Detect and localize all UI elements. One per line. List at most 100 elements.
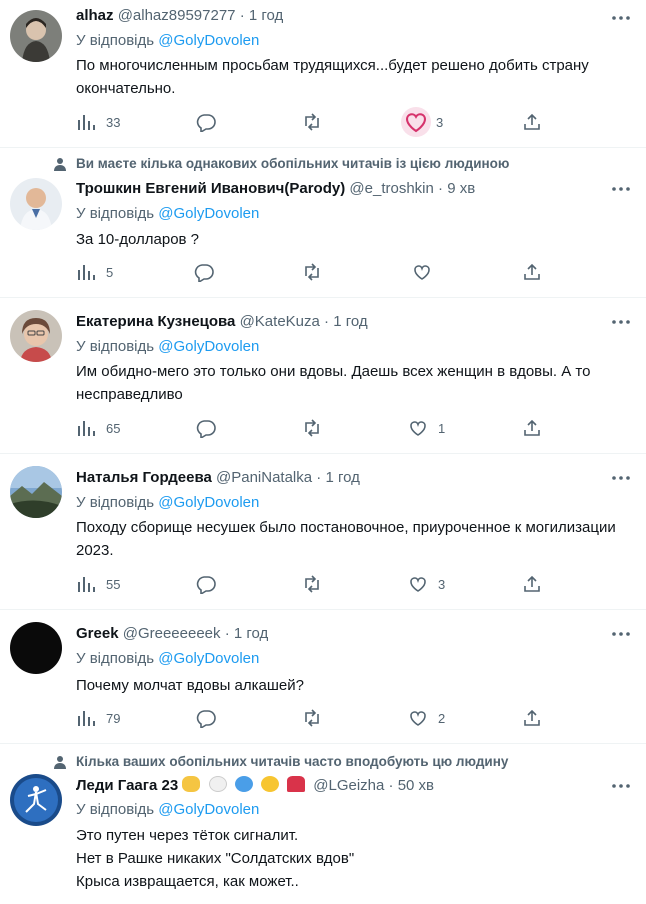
avatar[interactable] xyxy=(10,622,62,674)
heart-icon xyxy=(401,107,431,137)
more-options-button[interactable] xyxy=(610,312,632,332)
three-dots-icon xyxy=(612,476,630,480)
reply-button[interactable] xyxy=(196,418,216,438)
reply-handle-link[interactable]: @GolyDovolen xyxy=(158,801,259,818)
share-button[interactable] xyxy=(522,708,542,728)
retweet-button[interactable] xyxy=(302,574,322,594)
avatar[interactable] xyxy=(10,774,62,826)
user-handle[interactable]: @KateKuza xyxy=(240,313,320,330)
more-options-button[interactable] xyxy=(610,468,632,488)
more-options-button[interactable] xyxy=(610,624,632,644)
avatar[interactable] xyxy=(10,310,62,362)
timestamp[interactable]: 1 год xyxy=(333,313,367,330)
display-name[interactable]: Трошкин Евгений Иванович(Parody) xyxy=(76,180,345,197)
share-upload-icon xyxy=(524,113,540,130)
tweet[interactable]: Екатерина Кузнецова @KateKuza · 1 год У … xyxy=(0,298,646,454)
views-button[interactable]: 65 xyxy=(76,418,120,438)
reply-handle-link[interactable]: @GolyDovolen xyxy=(158,338,259,355)
action-bar: 79 2 xyxy=(76,708,546,728)
reply-button[interactable] xyxy=(194,262,214,282)
bar-chart-icon xyxy=(78,265,95,280)
heart-icon xyxy=(414,265,430,280)
retweet-button[interactable] xyxy=(302,708,322,728)
social-context: Кілька ваших обопільних читачів часто вп… xyxy=(76,754,509,769)
more-options-button[interactable] xyxy=(610,179,632,199)
reply-button[interactable] xyxy=(196,708,216,728)
like-button[interactable]: 3 xyxy=(401,107,444,137)
user-handle[interactable]: @PaniNatalka xyxy=(216,469,312,486)
share-button[interactable] xyxy=(522,574,542,594)
reply-handle-link[interactable]: @GolyDovolen xyxy=(158,205,259,222)
tweet-text: За 10-долларов ? xyxy=(76,231,200,248)
views-button[interactable]: 5 xyxy=(76,262,113,282)
tweet-text: Это путен через тёток сигналит. Нет в Ра… xyxy=(76,827,355,890)
action-bar: 55 3 xyxy=(76,574,546,594)
views-button[interactable]: 55 xyxy=(76,574,120,594)
heart-icon xyxy=(410,421,426,436)
share-button[interactable] xyxy=(522,418,542,438)
timestamp[interactable]: 50 хв xyxy=(398,777,434,794)
tweet[interactable]: Наталья Гордеева @PaniNatalka · 1 год У … xyxy=(0,454,646,610)
share-upload-icon xyxy=(524,263,540,280)
tweet-text: Им обидно-мего это только они вдовы. Дае… xyxy=(76,363,591,403)
display-name[interactable]: alhaz xyxy=(76,7,114,24)
avatar[interactable] xyxy=(10,10,62,62)
views-button[interactable]: 33 xyxy=(76,112,120,132)
share-button[interactable] xyxy=(522,112,542,132)
views-button[interactable]: 79 xyxy=(76,708,120,728)
retweet-button[interactable] xyxy=(302,418,322,438)
likes-count: 3 xyxy=(436,114,444,130)
bar-chart-icon xyxy=(78,711,95,726)
timestamp[interactable]: 1 год xyxy=(234,625,268,642)
avatar[interactable] xyxy=(10,178,62,230)
like-button[interactable]: 2 xyxy=(408,708,445,728)
like-button[interactable] xyxy=(412,262,442,282)
views-count: 33 xyxy=(106,114,121,130)
like-button[interactable]: 1 xyxy=(408,418,445,438)
timestamp[interactable]: 1 год xyxy=(325,469,359,486)
user-handle[interactable]: @alhaz89597277 xyxy=(118,7,236,24)
share-button[interactable] xyxy=(522,262,542,282)
reply-button[interactable] xyxy=(196,112,216,132)
reply-handle-link[interactable]: @GolyDovolen xyxy=(158,650,259,667)
tweet[interactable]: alhaz @alhaz89597277 · 1 год У відповідь… xyxy=(0,0,646,148)
tweet-header: Трошкин Евгений Иванович(Parody) @e_tros… xyxy=(76,179,475,199)
reply-button[interactable] xyxy=(196,574,216,594)
display-name[interactable]: Леди Гаага 23 xyxy=(76,777,178,794)
user-handle[interactable]: @e_troshkin xyxy=(349,180,433,197)
tweet[interactable]: Ви маєте кілька однакових обопільних чит… xyxy=(0,148,646,298)
more-options-button[interactable] xyxy=(610,8,632,28)
retweet-arrows-icon xyxy=(305,709,319,727)
retweet-button[interactable] xyxy=(302,262,322,282)
three-dots-icon xyxy=(612,632,630,636)
bar-chart-icon xyxy=(78,115,95,130)
display-name[interactable]: Екатерина Кузнецова xyxy=(76,313,235,330)
reply-label: У відповідь xyxy=(76,32,155,49)
reply-handle-link[interactable]: @GolyDovolen xyxy=(158,32,259,49)
reply-label: У відповідь xyxy=(76,801,155,818)
timestamp[interactable]: 1 год xyxy=(249,7,283,24)
timestamp[interactable]: 9 хв xyxy=(447,180,475,197)
person-icon xyxy=(52,156,68,172)
more-options-button[interactable] xyxy=(610,776,632,796)
like-button[interactable]: 3 xyxy=(408,574,445,594)
reply-context: У відповідь @GolyDovolen xyxy=(76,337,259,357)
user-handle[interactable]: @LGeizha xyxy=(313,777,384,794)
three-dots-icon xyxy=(612,187,630,191)
avatar[interactable] xyxy=(10,466,62,518)
retweet-button[interactable] xyxy=(302,112,322,132)
reply-label: У відповідь xyxy=(76,650,155,667)
social-context: Ви маєте кілька однакових обопільних чит… xyxy=(76,156,510,171)
separator-dot: · xyxy=(239,7,245,24)
display-name[interactable]: Наталья Гордеева xyxy=(76,469,212,486)
blue-heart-emoji-icon xyxy=(234,776,253,793)
display-name[interactable]: Greek xyxy=(76,625,119,642)
user-handle[interactable]: @Greeeeeeek xyxy=(123,625,221,642)
reply-context: У відповідь @GolyDovolen xyxy=(76,31,259,51)
tweet[interactable]: Кілька ваших обопільних читачів часто вп… xyxy=(0,744,646,904)
likes-count: 1 xyxy=(438,420,446,436)
tweet[interactable]: Greek @Greeeeeeek · 1 год У відповідь @G… xyxy=(0,610,646,744)
reply-context: У відповідь @GolyDovolen xyxy=(76,800,259,820)
reply-handle-link[interactable]: @GolyDovolen xyxy=(158,494,259,511)
speech-bubble-icon xyxy=(196,420,216,438)
